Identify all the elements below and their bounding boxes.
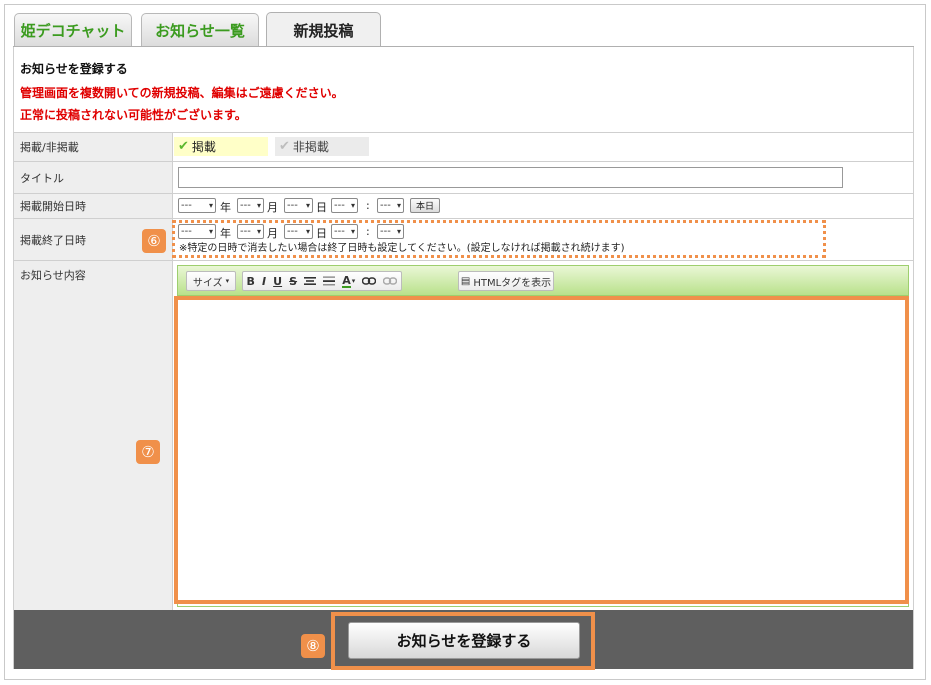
chevron-down-icon: ▾	[350, 201, 355, 210]
italic-button[interactable]: I	[262, 272, 266, 290]
start-year-select[interactable]: --- ▾	[178, 198, 216, 213]
notice-block: お知らせを登録する 管理画面を複数開いての新規投稿、編集はご遠慮ください。 正常…	[14, 52, 913, 132]
time-colon: :	[366, 199, 370, 212]
page-title: お知らせを登録する	[20, 62, 128, 76]
start-month-select[interactable]: --- ▾	[237, 198, 264, 213]
chevron-down-icon: ▾	[256, 201, 261, 210]
publish-label: 掲載/非掲載	[14, 133, 173, 161]
chevron-down-icon: ▾	[396, 201, 401, 210]
tab-himedeco-chat[interactable]: 姫デコチャット	[14, 13, 132, 46]
chevron-down-icon: ▾	[225, 277, 230, 285]
day-unit: 日	[316, 201, 327, 214]
title-label: タイトル	[14, 162, 173, 193]
start-minute-select[interactable]: --- ▾	[377, 198, 404, 213]
highlight-end-datetime	[172, 220, 826, 258]
start-hour-select[interactable]: --- ▾	[331, 198, 358, 213]
tab-new-post[interactable]: 新規投稿	[266, 12, 381, 47]
warning-text-1: 管理画面を複数開いての新規投稿、編集はご遠慮ください。	[20, 86, 344, 100]
document-icon: ▤	[460, 275, 471, 287]
month-unit: 月	[267, 201, 278, 214]
check-icon: ✔	[178, 139, 189, 154]
chevron-down-icon: ▾	[351, 277, 356, 285]
register-notice-button[interactable]: お知らせを登録する	[348, 622, 580, 659]
strikethrough-button[interactable]: S	[289, 272, 297, 290]
text-color-button[interactable]: A ▾	[342, 272, 355, 290]
highlight-editor-body	[174, 296, 909, 604]
warning-text-2: 正常に投稿されない可能性がございます。	[20, 108, 247, 122]
show-html-button[interactable]: ▤ HTMLタグを表示	[458, 271, 554, 291]
content-label: お知らせ内容	[14, 261, 173, 610]
check-icon-inactive: ✔	[279, 139, 290, 154]
today-button[interactable]: 本日	[410, 198, 440, 213]
publish-on-option[interactable]: ✔ 掲載	[174, 137, 268, 156]
start-datetime-label: 掲載開始日時	[14, 194, 173, 218]
callout-badge-8: ⑧	[301, 634, 325, 658]
tab-notice-list[interactable]: お知らせ一覧	[141, 13, 259, 46]
chevron-down-icon: ▾	[208, 201, 213, 210]
start-day-select[interactable]: --- ▾	[284, 198, 313, 213]
align-center-icon[interactable]	[304, 272, 317, 290]
link-icon[interactable]	[362, 272, 377, 290]
editor-toolbar: サイズ ▾ B I U S A ▾ ▤ HTMLタグを表示	[178, 266, 908, 296]
publish-row: 掲載/非掲載	[14, 132, 913, 161]
font-size-dropdown[interactable]: サイズ ▾	[186, 271, 236, 291]
horizontal-rule-icon[interactable]	[323, 272, 336, 290]
title-input[interactable]	[178, 167, 843, 188]
underline-button[interactable]: U	[273, 272, 282, 290]
publish-on-label: 掲載	[191, 140, 216, 154]
callout-badge-7: ⑦	[136, 440, 160, 464]
chevron-down-icon: ▾	[305, 201, 310, 210]
year-unit: 年	[220, 201, 231, 214]
start-datetime-row: 掲載開始日時	[14, 193, 913, 218]
publish-off-label: 非掲載	[292, 140, 329, 154]
publish-off-option[interactable]: ✔ 非掲載	[275, 137, 369, 156]
callout-badge-6: ⑥	[142, 229, 166, 253]
format-button-group: B I U S A ▾	[242, 271, 402, 291]
unlink-icon[interactable]	[383, 272, 398, 290]
bold-button[interactable]: B	[247, 272, 255, 290]
